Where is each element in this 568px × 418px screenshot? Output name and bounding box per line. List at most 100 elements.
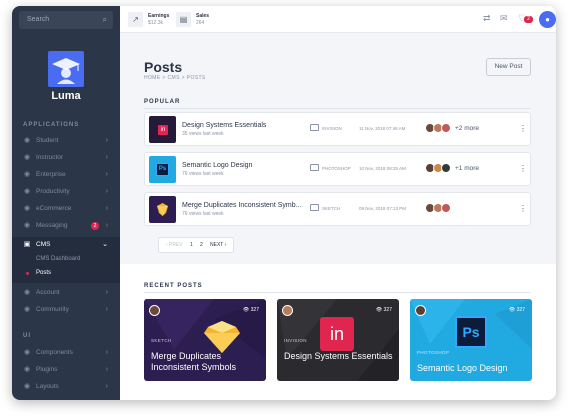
sketch-icon bbox=[157, 203, 168, 216]
popular-heading: POPULAR bbox=[144, 99, 181, 105]
sidebar-item-plugins[interactable]: ◉ Plugins › bbox=[12, 362, 120, 378]
avatar bbox=[149, 305, 160, 316]
sidebar-subitem-cms-dashboard[interactable]: CMS Dashboard bbox=[12, 253, 120, 266]
sidebar-item-account[interactable]: ◉ Account › bbox=[12, 285, 120, 301]
sidebar-item-student[interactable]: ◉ Student › bbox=[12, 133, 120, 149]
brand-name: Luma bbox=[51, 90, 81, 102]
sidebar-item-enterprise[interactable]: ◉ Enterprise › bbox=[12, 167, 120, 183]
post-date: 10 Nov, 2018 08:25 AM bbox=[359, 166, 406, 171]
avatar bbox=[441, 203, 451, 213]
search-icon[interactable]: ⌕ bbox=[103, 11, 107, 29]
card-title[interactable]: Semantic Logo Design bbox=[417, 363, 529, 374]
main-content: Posts HOME > CMS > POSTS New Post POPULA… bbox=[120, 33, 556, 400]
sidebar-item-label: Components bbox=[36, 349, 73, 356]
mail-icon[interactable]: ✉ bbox=[500, 13, 508, 24]
card-category: INVISION bbox=[284, 338, 307, 343]
sidebar-item-label: Student bbox=[36, 137, 59, 144]
instructor-icon: ◉ bbox=[23, 154, 31, 161]
layouts-icon: ◉ bbox=[23, 383, 31, 390]
card-views: 👁 327 bbox=[508, 307, 525, 313]
recent-post-card[interactable]: Ps 👁 327 PHOTOSHOP Semantic Logo Design bbox=[410, 299, 532, 381]
chevron-right-icon: › bbox=[105, 306, 108, 313]
chevron-right-icon: › bbox=[105, 188, 108, 195]
user-avatar[interactable]: ● bbox=[539, 11, 556, 28]
recent-posts-heading: RECENT POSTS bbox=[144, 283, 203, 289]
earnings-label: Earnings bbox=[148, 13, 170, 19]
invision-icon: in bbox=[158, 125, 168, 135]
invision-thumbnail: in bbox=[149, 116, 176, 143]
card-views-count: 327 bbox=[516, 307, 525, 313]
post-title[interactable]: Semantic Logo Design bbox=[182, 162, 252, 169]
graduate-icon bbox=[52, 58, 80, 84]
post-title[interactable]: Design Systems Essentials bbox=[182, 122, 266, 129]
sidebar-item-label: CMS bbox=[36, 241, 51, 248]
sidebar-item-label: Instructor bbox=[36, 154, 64, 161]
sidebar-subitem-posts[interactable]: Posts bbox=[12, 267, 120, 280]
more-options-icon[interactable]: ⋮ bbox=[519, 164, 527, 173]
productivity-icon: ◉ bbox=[23, 188, 31, 195]
sidebar-item-label: Layouts bbox=[36, 383, 59, 390]
more-authors: +1 more bbox=[455, 165, 480, 172]
sidebar-subitem-label: CMS Dashboard bbox=[36, 256, 81, 262]
sidebar-item-productivity[interactable]: ◉ Productivity › bbox=[12, 184, 120, 200]
components-icon: ◉ bbox=[23, 349, 31, 356]
sidebar-item-messaging[interactable]: ◉ Messaging 2 › bbox=[12, 218, 120, 234]
chevron-right-icon: › bbox=[105, 137, 108, 144]
community-icon: ◉ bbox=[23, 306, 31, 313]
pagination: ‹ PREV 1 2 NEXT › bbox=[158, 237, 234, 253]
card-views: 👁 327 bbox=[242, 307, 259, 313]
more-options-icon[interactable]: ⋮ bbox=[519, 124, 527, 133]
sidebar-item-layouts[interactable]: ◉ Layouts › bbox=[12, 379, 120, 395]
divider bbox=[144, 108, 531, 109]
popular-post-row[interactable]: Merge Duplicates Inconsistent Symb... 76… bbox=[144, 192, 531, 226]
recent-post-card[interactable]: in 👁 327 INVISION Design Systems Essenti… bbox=[277, 299, 399, 381]
sketch-icon bbox=[204, 321, 240, 353]
more-options-icon[interactable]: ⋮ bbox=[519, 204, 527, 213]
swap-icon[interactable]: ⇄ bbox=[483, 13, 491, 24]
popular-post-row[interactable]: in Design Systems Essentials 35 views la… bbox=[144, 112, 531, 146]
page-1-button[interactable]: 1 bbox=[190, 238, 193, 252]
photoshop-icon: Ps bbox=[455, 316, 487, 348]
post-title[interactable]: Merge Duplicates Inconsistent Symb... bbox=[182, 202, 301, 209]
notification-count-badge: 2 bbox=[524, 16, 533, 23]
app-window: Search ⌕ Luma APPLICATIONS ◉ Student › ◉… bbox=[12, 6, 556, 400]
prev-page-button[interactable]: ‹ PREV bbox=[166, 238, 183, 252]
next-page-button[interactable]: NEXT › bbox=[210, 238, 226, 252]
chevron-down-icon: ⌄ bbox=[102, 241, 108, 248]
avatar bbox=[441, 123, 451, 133]
page-title: Posts bbox=[144, 59, 183, 75]
sidebar-item-label: Account bbox=[36, 289, 60, 296]
card-title[interactable]: Design Systems Essentials bbox=[284, 351, 396, 362]
sidebar-item-instructor[interactable]: ◉ Instructor › bbox=[12, 150, 120, 166]
ui-heading: UI bbox=[23, 333, 31, 339]
card-views-count: 327 bbox=[383, 307, 392, 313]
page-2-button[interactable]: 2 bbox=[200, 238, 203, 252]
earnings-value: $12.3k bbox=[148, 20, 164, 26]
active-dot-icon bbox=[26, 272, 29, 275]
search-input[interactable]: Search ⌕ bbox=[19, 11, 113, 29]
sidebar-item-ecommerce[interactable]: ◉ eCommerce › bbox=[12, 201, 120, 217]
card-title[interactable]: Merge Duplicates Inconsistent Symbols bbox=[151, 351, 263, 373]
sidebar-item-components[interactable]: ◉ Components › bbox=[12, 345, 120, 361]
chevron-right-icon: › bbox=[105, 349, 108, 356]
post-date: 09 Nov, 2018 07:13 PM bbox=[359, 206, 406, 211]
student-icon: ◉ bbox=[23, 137, 31, 144]
sidebar-item-community[interactable]: ◉ Community › bbox=[12, 302, 120, 318]
sidebar-item-label: Plugins bbox=[36, 366, 58, 373]
folder-icon bbox=[310, 124, 319, 131]
plugins-icon: ◉ bbox=[23, 366, 31, 373]
sidebar-item-cms[interactable]: ▣ CMS ⌄ bbox=[12, 237, 120, 253]
divider bbox=[144, 292, 531, 293]
top-bar: ↗ Earnings $12.3k ▤ Sales 264 ⇄ ✉ ♡ 2 ● bbox=[120, 6, 556, 33]
sidebar-item-label: Productivity bbox=[36, 188, 70, 195]
messaging-icon: ◉ bbox=[23, 222, 31, 229]
popular-post-row[interactable]: Ps Semantic Logo Design 76 views last we… bbox=[144, 152, 531, 186]
recent-post-card[interactable]: 👁 327 SKETCH Merge Duplicates Inconsiste… bbox=[144, 299, 266, 381]
chevron-right-icon: › bbox=[105, 205, 108, 212]
card-views: 👁 327 bbox=[375, 307, 392, 313]
post-date: 11 Nov, 2018 07:46 AM bbox=[359, 126, 406, 131]
search-placeholder: Search bbox=[27, 16, 50, 23]
card-category: PHOTOSHOP bbox=[417, 350, 450, 355]
new-post-button[interactable]: New Post bbox=[486, 58, 531, 76]
sidebar-item-label: Community bbox=[36, 306, 69, 313]
